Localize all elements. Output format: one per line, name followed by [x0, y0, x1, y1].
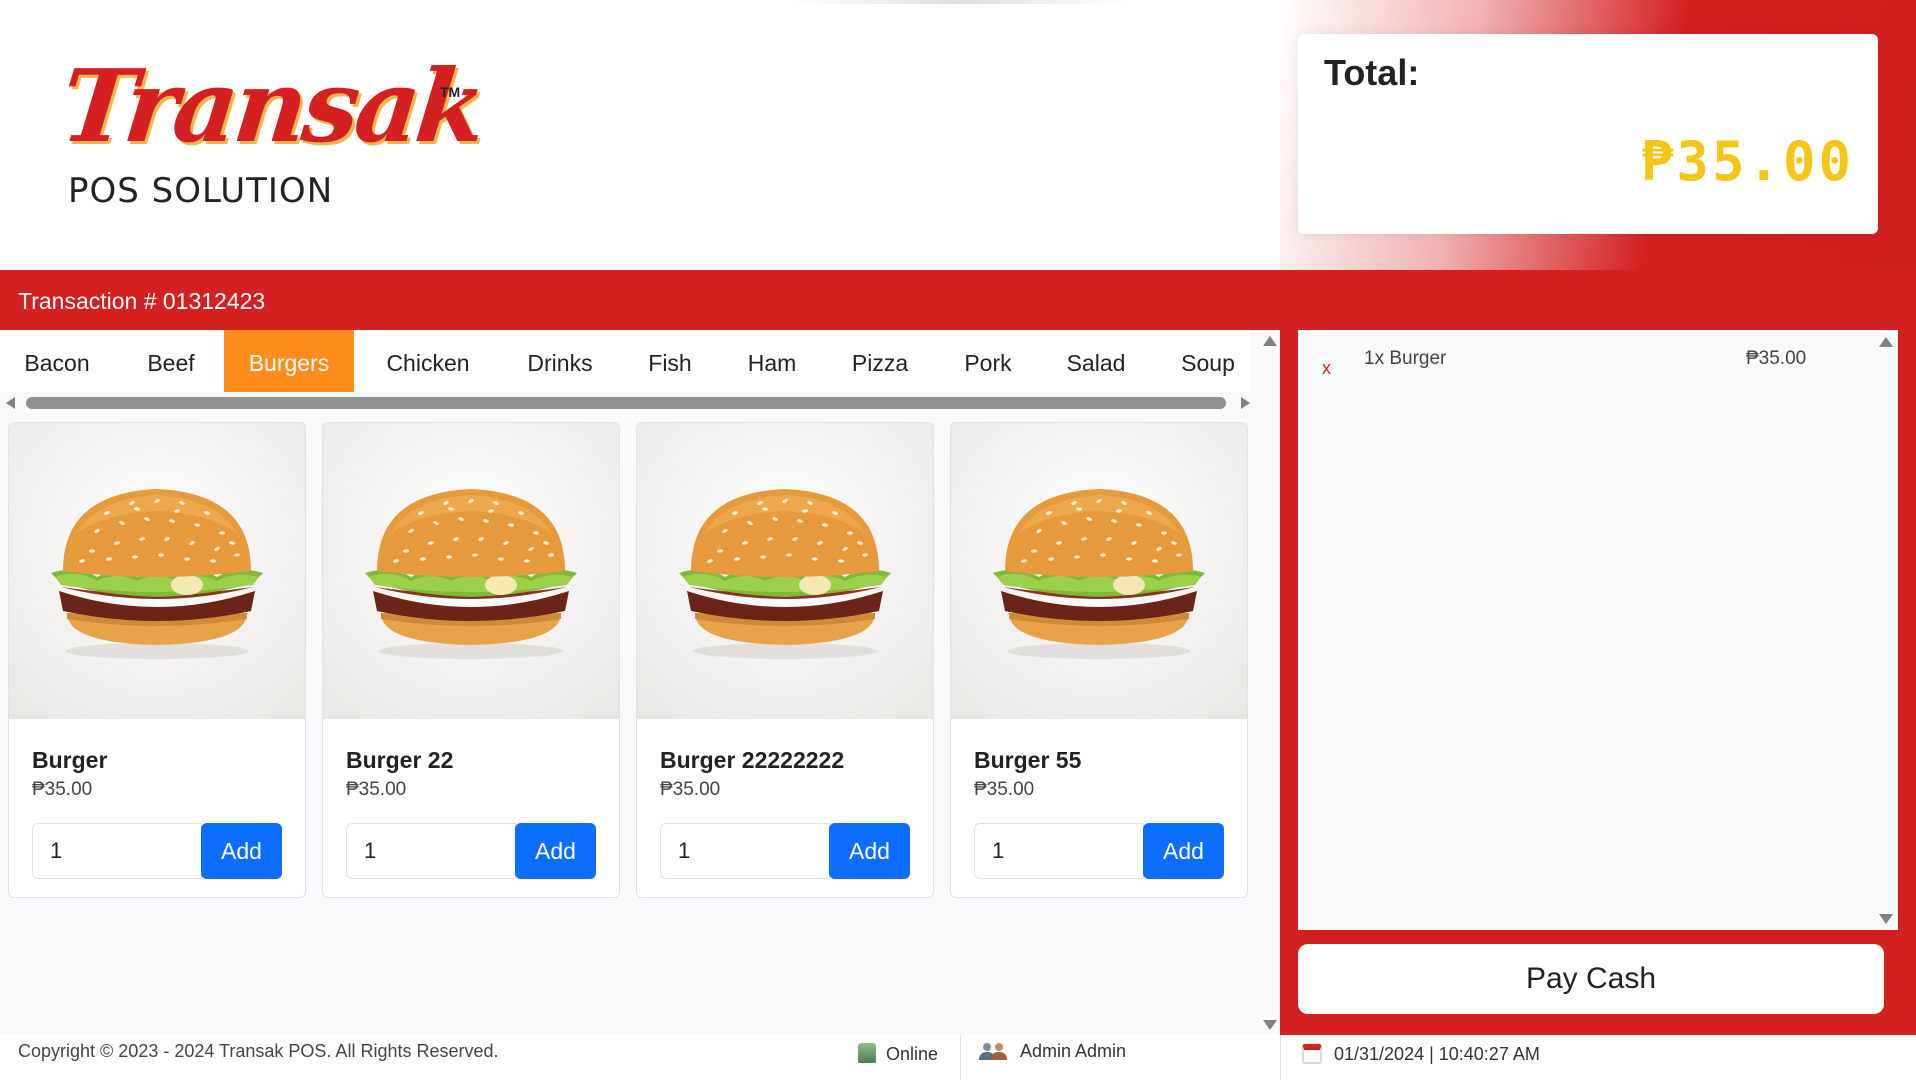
- product-price: ₱35.00: [32, 779, 93, 800]
- burger-image: [9, 423, 305, 719]
- product-price: ₱35.00: [974, 779, 1035, 800]
- current-user-name: Admin Admin: [1020, 1041, 1127, 1061]
- tab-beef[interactable]: Beef: [122, 330, 220, 392]
- cart-list: x 1x Burger ₱35.00: [1298, 330, 1898, 930]
- burger-image: [951, 423, 1247, 719]
- tab-salad[interactable]: Salad: [1054, 330, 1138, 392]
- tab-drinks[interactable]: Drinks: [506, 330, 614, 392]
- product-price: ₱35.00: [660, 779, 721, 800]
- product-card: Burger 22 ₱35.00 Add: [322, 422, 620, 898]
- burger-image: [323, 423, 619, 719]
- pay-cash-button[interactable]: Pay Cash: [1298, 944, 1884, 1014]
- tab-pork[interactable]: Pork: [948, 330, 1028, 392]
- total-value: ₱35.00: [1640, 130, 1854, 193]
- current-user: Admin Admin: [978, 1041, 1126, 1062]
- scroll-up-icon[interactable]: [1879, 337, 1893, 347]
- quantity-input[interactable]: [346, 823, 516, 879]
- tab-soup[interactable]: Soup: [1166, 330, 1250, 392]
- cart-scrollbar[interactable]: [1876, 330, 1896, 930]
- product-price: ₱35.00: [346, 779, 407, 800]
- cart-item-price: ₱35.00: [1746, 348, 1807, 369]
- footer: Copyright © 2023 - 2024 Transak POS. All…: [0, 1035, 1916, 1080]
- quantity-input[interactable]: [32, 823, 202, 879]
- category-scrollbar-thumb[interactable]: [26, 397, 1226, 409]
- category-scrollbar[interactable]: [0, 392, 1256, 414]
- users-icon: [978, 1041, 1008, 1061]
- product-card: Burger 22222222 ₱35.00 Add: [636, 422, 934, 898]
- copyright-text: Copyright © 2023 - 2024 Transak POS. All…: [18, 1041, 499, 1061]
- add-button[interactable]: Add: [201, 823, 282, 879]
- online-status-label: Online: [886, 1044, 939, 1064]
- footer-divider: [1280, 1035, 1281, 1080]
- tab-fish[interactable]: Fish: [630, 330, 710, 392]
- quantity-input[interactable]: [660, 823, 830, 879]
- cart-item-name: 1x Burger: [1364, 348, 1447, 369]
- calendar-icon: [1302, 1044, 1322, 1064]
- total-label: Total:: [1324, 52, 1420, 93]
- logo: Transak TM POS SOLUTION: [56, 47, 488, 216]
- transaction-bar: Transaction # 01312423: [0, 270, 1916, 330]
- product-card: Burger 55 ₱35.00 Add: [950, 422, 1248, 898]
- add-button[interactable]: Add: [1143, 823, 1224, 879]
- header: Transak TM POS SOLUTION Total: ₱35.00: [0, 0, 1916, 270]
- product-name: Burger 55: [974, 747, 1082, 773]
- datetime-label: 01/31/2024 | 10:40:27 AM: [1334, 1044, 1540, 1064]
- burger-image: [637, 423, 933, 719]
- tab-ham[interactable]: Ham: [732, 330, 812, 392]
- tab-bacon[interactable]: Bacon: [8, 330, 106, 392]
- online-status: Online: [858, 1043, 938, 1065]
- footer-divider: [960, 1035, 961, 1080]
- tab-pizza[interactable]: Pizza: [840, 330, 920, 392]
- product-card: Burger ₱35.00 Add: [8, 422, 306, 898]
- scroll-left-icon[interactable]: [6, 397, 15, 409]
- logo-wordmark: Transak: [55, 47, 488, 165]
- product-panel: Bacon Beef Burgers Chicken Drinks Fish H…: [0, 330, 1280, 1035]
- cart-item: x 1x Burger ₱35.00: [1298, 340, 1858, 380]
- product-name: Burger 22: [346, 747, 454, 773]
- transaction-number: Transaction # 01312423: [18, 288, 266, 314]
- quantity-input[interactable]: [974, 823, 1144, 879]
- logo-trademark: TM: [440, 84, 461, 100]
- scroll-down-icon[interactable]: [1879, 914, 1893, 924]
- scroll-up-icon[interactable]: [1263, 336, 1277, 346]
- tab-burgers[interactable]: Burgers: [224, 330, 354, 392]
- cart-panel: x 1x Burger ₱35.00 Pay Cash: [1280, 330, 1916, 1035]
- logo-subtitle: POS SOLUTION: [68, 171, 334, 211]
- product-name: Burger: [32, 747, 108, 773]
- product-scrollbar[interactable]: [1260, 330, 1280, 1035]
- category-tabs: Bacon Beef Burgers Chicken Drinks Fish H…: [0, 330, 1250, 392]
- remove-item-icon[interactable]: x: [1322, 358, 1331, 379]
- datetime: 01/31/2024 | 10:40:27 AM: [1302, 1044, 1540, 1065]
- scroll-right-icon[interactable]: [1241, 397, 1250, 409]
- tab-chicken[interactable]: Chicken: [374, 330, 482, 392]
- total-card: Total: ₱35.00: [1298, 34, 1878, 234]
- add-button[interactable]: Add: [829, 823, 910, 879]
- header-glow: [790, 0, 1130, 4]
- add-button[interactable]: Add: [515, 823, 596, 879]
- database-online-icon: [858, 1043, 876, 1063]
- scroll-down-icon[interactable]: [1263, 1020, 1277, 1030]
- product-name: Burger 22222222: [660, 747, 845, 773]
- pos-app: Transak TM POS SOLUTION Total: ₱35.00 Tr…: [0, 0, 1916, 1080]
